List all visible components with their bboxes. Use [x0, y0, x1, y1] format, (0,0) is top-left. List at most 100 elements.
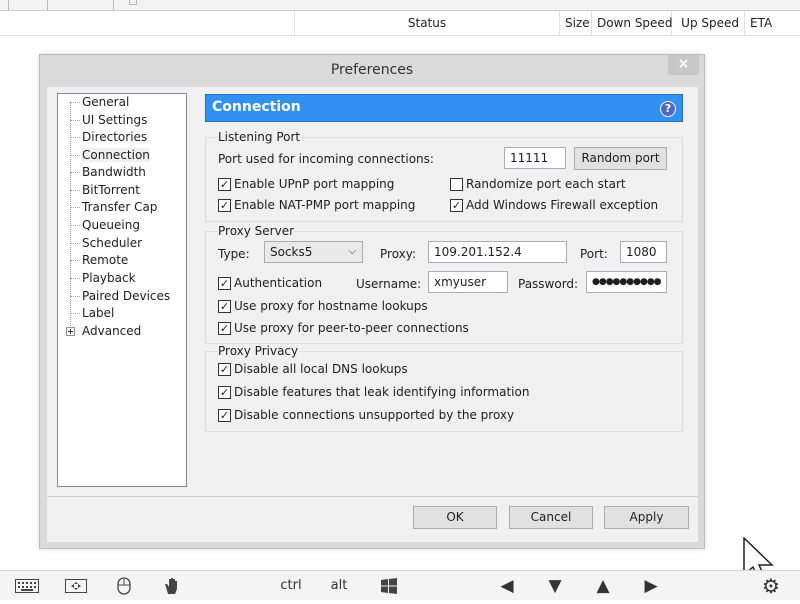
- tree-item-advanced[interactable]: Advanced: [58, 323, 186, 340]
- column-blank[interactable]: [0, 11, 295, 36]
- proxy-server-group: Proxy Server Type: Socks5 ⌵ Proxy: 109.2…: [205, 224, 683, 344]
- password-input[interactable]: ●●●●●●●●●●: [586, 271, 667, 293]
- proxy-type-value: Socks5: [270, 245, 313, 259]
- checkbox-box: ✓: [218, 178, 231, 191]
- toolbar-separator: [47, 0, 48, 10]
- tree-item-general[interactable]: General: [58, 94, 186, 111]
- expand-plus-icon[interactable]: [66, 327, 75, 336]
- remote-toolbar: ctrl alt ◀ ▼ ▲ ▶ ⚙: [0, 570, 800, 600]
- mouse-icon[interactable]: [114, 575, 134, 597]
- arrow-left-icon[interactable]: ◀: [496, 575, 518, 597]
- checkbox-box: ✓: [218, 300, 231, 313]
- close-icon: ×: [677, 56, 690, 72]
- checkbox-box: ✓: [218, 363, 231, 376]
- column-eta-label: ETA: [750, 16, 773, 30]
- proxy-port-input[interactable]: 1080: [620, 241, 667, 263]
- tree-branch: [70, 190, 80, 191]
- arrow-down-icon[interactable]: ▼: [544, 575, 566, 597]
- column-up-speed-label: Up Speed: [681, 16, 739, 30]
- port-input[interactable]: 11111: [504, 147, 566, 169]
- tree-branch: [70, 102, 80, 103]
- proxy-type-select[interactable]: Socks5 ⌵: [264, 241, 363, 263]
- ctrl-key[interactable]: ctrl: [278, 575, 304, 597]
- checkbox-box: ✓: [218, 386, 231, 399]
- tree-item-connection[interactable]: Connection: [58, 147, 186, 164]
- arrow-up-icon[interactable]: ▲: [592, 575, 614, 597]
- tree-branch: [70, 172, 80, 173]
- dialog-body: General UI Settings Directories Connecti…: [47, 87, 698, 542]
- checkbox-box: ✓: [218, 199, 231, 212]
- tree-item-ui-settings[interactable]: UI Settings: [58, 112, 186, 129]
- password-label: Password:: [518, 277, 579, 291]
- tree-item-playback[interactable]: Playback: [58, 270, 186, 287]
- tree-item-transfer-cap[interactable]: Transfer Cap: [58, 199, 186, 216]
- close-button[interactable]: ×: [668, 55, 699, 75]
- alt-key[interactable]: alt: [328, 575, 350, 597]
- help-icon[interactable]: ?: [660, 101, 676, 117]
- tree-branch: [70, 313, 80, 314]
- help-glyph: ?: [664, 102, 672, 115]
- column-size-label: Size: [565, 16, 590, 30]
- tree-item-label: Bandwidth: [82, 165, 146, 179]
- checkbox-label: Use proxy for peer-to-peer connections: [234, 321, 469, 335]
- column-status[interactable]: Status: [295, 11, 560, 36]
- tree-item-label: Transfer Cap: [82, 200, 158, 214]
- proxy-port-label: Port:: [580, 247, 608, 261]
- tree-branch: [70, 260, 80, 261]
- tree-branch: [70, 137, 80, 138]
- tree-item-queueing[interactable]: Queueing: [58, 217, 186, 234]
- screen-fit-icon[interactable]: [64, 575, 88, 597]
- tree-item-directories[interactable]: Directories: [58, 129, 186, 146]
- tree-item-paired-devices[interactable]: Paired Devices: [58, 288, 186, 305]
- tree-branch: [70, 278, 80, 279]
- tree-item-remote[interactable]: Remote: [58, 252, 186, 269]
- toolbar-mini-icon: [129, 0, 137, 5]
- random-port-button[interactable]: Random port: [574, 147, 667, 170]
- group-title: Proxy Server: [217, 224, 296, 238]
- tree-item-label-settings[interactable]: Label: [58, 305, 186, 322]
- checkbox-label: Use proxy for hostname lookups: [234, 299, 428, 313]
- hand-pan-icon[interactable]: [161, 575, 183, 597]
- tree-item-scheduler[interactable]: Scheduler: [58, 235, 186, 252]
- listening-port-group: Listening Port Port used for incoming co…: [205, 130, 683, 222]
- proxy-address-input[interactable]: 109.201.152.4: [428, 241, 567, 263]
- tree-item-bittorrent[interactable]: BitTorrent: [58, 182, 186, 199]
- group-title: Proxy Privacy: [217, 344, 300, 358]
- column-size[interactable]: Size: [560, 11, 592, 36]
- tree-item-label: Paired Devices: [82, 289, 171, 303]
- gear-icon[interactable]: ⚙: [758, 575, 784, 597]
- preferences-dialog: Preferences × General UI Settings Direct…: [39, 54, 705, 549]
- checkbox-box: ✓: [218, 322, 231, 335]
- checkbox-box: [450, 178, 463, 191]
- windows-key-icon[interactable]: [379, 575, 399, 597]
- username-input[interactable]: xmyuser: [428, 271, 508, 293]
- tree-item-label: Connection: [82, 148, 150, 162]
- arrow-right-icon[interactable]: ▶: [640, 575, 662, 597]
- proxy-privacy-group: Proxy Privacy ✓ Disable all local DNS lo…: [205, 344, 683, 432]
- tree-item-label: BitTorrent: [82, 183, 140, 197]
- column-status-label: Status: [407, 16, 447, 30]
- ok-button[interactable]: OK: [413, 506, 497, 529]
- tree-item-label: Label: [82, 306, 115, 320]
- tree-item-bandwidth[interactable]: Bandwidth: [58, 164, 186, 181]
- tree-item-label: Advanced: [82, 324, 142, 338]
- tree-branch: [70, 207, 80, 208]
- column-eta[interactable]: ETA: [745, 11, 800, 36]
- keyboard-icon[interactable]: [14, 575, 40, 597]
- section-title: Connection: [212, 99, 301, 115]
- tree-item-label: Scheduler: [82, 236, 143, 250]
- checkbox-box: ✓: [218, 409, 231, 422]
- section-header: Connection ?: [205, 94, 683, 122]
- tree-branch: [70, 155, 80, 156]
- tree-item-label: Directories: [82, 130, 148, 144]
- torrent-list-header: Status Size Down Speed Up Speed ETA: [0, 11, 800, 36]
- preferences-tree[interactable]: General UI Settings Directories Connecti…: [57, 93, 187, 487]
- checkbox-box: ✓: [218, 277, 231, 290]
- column-down-speed[interactable]: Down Speed: [592, 11, 672, 36]
- dialog-title: Preferences: [330, 62, 414, 78]
- port-label: Port used for incoming connections:: [218, 152, 434, 166]
- cancel-button[interactable]: Cancel: [509, 506, 593, 529]
- apply-button[interactable]: Apply: [604, 506, 689, 529]
- checkbox-label: Disable connections unsupported by the p…: [234, 408, 515, 422]
- column-up-speed[interactable]: Up Speed: [672, 11, 745, 36]
